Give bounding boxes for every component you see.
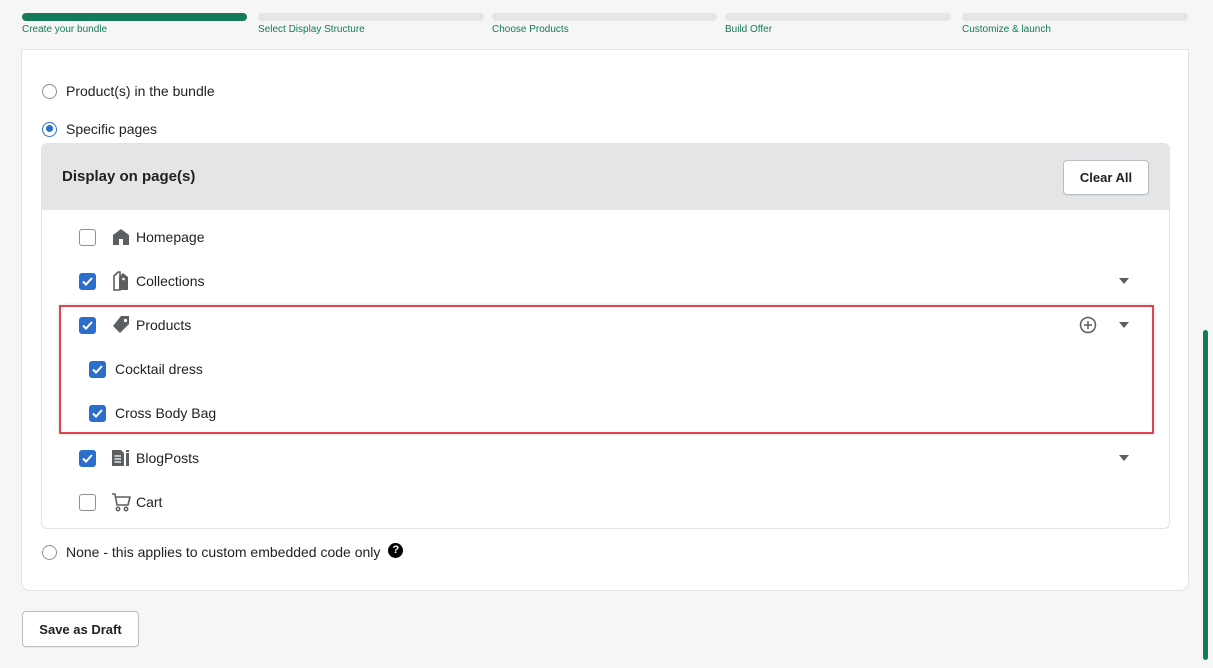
add-circle-icon[interactable] [1079,316,1097,334]
radio-specific-pages[interactable]: Specific pages [42,121,157,137]
page-label: Homepage [136,229,205,245]
step-customize-launch[interactable]: Customize & launch [962,13,1188,37]
blog-icon [111,448,131,468]
radio-button[interactable] [42,544,57,560]
cart-icon [111,492,131,512]
checkbox[interactable] [79,272,96,290]
scrollbar-thumb[interactable] [1203,330,1208,660]
radio-button[interactable] [42,83,57,99]
step-label: Create your bundle [22,24,108,35]
checkbox[interactable] [79,493,96,511]
product-row-cross-body-bag[interactable]: Cross Body Bag [42,395,1169,431]
radio-products-in-bundle[interactable]: Product(s) in the bundle [42,83,215,99]
product-label: Cross Body Bag [115,405,217,421]
checkbox[interactable] [79,228,96,246]
page-label: Products [136,317,192,333]
radio-label: None - this applies to custom embedded c… [66,544,381,560]
chevron-down-icon[interactable] [1119,320,1129,330]
checkbox[interactable] [79,449,96,467]
home-icon [111,227,131,247]
checkbox[interactable] [79,316,96,334]
page-row-collections[interactable]: Collections [42,263,1169,299]
collections-icon [111,271,131,291]
page-row-cart[interactable]: Cart [42,484,1169,520]
radio-label: Product(s) in the bundle [66,83,215,99]
chevron-down-icon[interactable] [1119,276,1129,286]
step-build-offer[interactable]: Build Offer [725,13,951,37]
page-label: Collections [136,273,205,289]
step-bar [725,13,951,21]
panel-header: Display on page(s) Clear All [42,144,1169,210]
clear-all-button[interactable]: Clear All [1063,160,1149,195]
step-bar [962,13,1188,21]
display-settings-card: Product(s) in the bundle Specific pages … [22,50,1188,590]
product-row-cocktail-dress[interactable]: Cocktail dress [42,351,1169,387]
radio-button[interactable] [42,121,57,137]
step-create-bundle[interactable]: Create your bundle [22,13,247,37]
step-label: Choose Products [492,24,569,35]
step-label: Build Offer [725,24,773,35]
product-label: Cocktail dress [115,361,203,377]
step-bar [22,13,247,21]
page-label: Cart [136,494,163,510]
display-pages-panel: Display on page(s) Clear All Homepage Co… [41,143,1170,529]
radio-none-custom-code[interactable]: None - this applies to custom embedded c… [42,542,404,560]
tag-icon [111,315,131,335]
step-bar [258,13,484,21]
step-choose-products[interactable]: Choose Products [492,13,717,37]
panel-title: Display on page(s) [62,168,196,185]
step-label: Select Display Structure [258,24,365,35]
help-icon[interactable]: ? [388,542,404,558]
page-row-blogposts[interactable]: BlogPosts [42,440,1169,476]
step-select-display-structure[interactable]: Select Display Structure [258,13,484,37]
page-label: BlogPosts [136,450,200,466]
step-bar [492,13,717,21]
progress-steps: Create your bundle Select Display Struct… [22,13,1188,37]
checkbox[interactable] [89,404,106,422]
save-as-draft-button[interactable]: Save as Draft [22,611,139,647]
checkbox[interactable] [89,360,106,378]
chevron-down-icon[interactable] [1119,453,1129,463]
page-row-products[interactable]: Products [42,307,1169,343]
step-label: Customize & launch [962,24,1051,35]
radio-label: Specific pages [66,121,158,137]
page-row-homepage[interactable]: Homepage [42,219,1169,255]
